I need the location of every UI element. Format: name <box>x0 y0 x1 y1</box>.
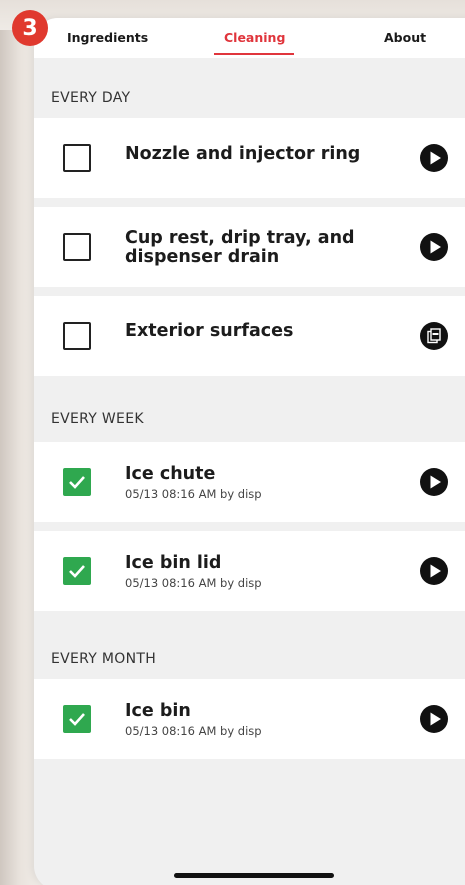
task-title: Nozzle and injector ring <box>125 144 361 164</box>
checkmark-icon <box>69 713 85 726</box>
task-title: Ice bin lid <box>125 553 222 573</box>
task-title: Exterior surfaces <box>125 321 294 341</box>
section-header-every-month: EVERY MONTH <box>51 651 157 667</box>
task-row-nozzle[interactable]: Nozzle and injector ring <box>34 118 465 198</box>
task-row-ice-bin[interactable]: Ice bin 05/13 08:16 AM by disp <box>34 679 465 759</box>
home-indicator[interactable] <box>174 873 334 878</box>
checkmark-icon <box>69 476 85 489</box>
phone-screen: Ingredients Cleaning About EVERY DAY Noz… <box>34 18 465 885</box>
task-row-exterior[interactable]: Exterior surfaces <box>34 296 465 376</box>
task-title: Ice bin <box>125 701 191 721</box>
task-checkbox-checked[interactable] <box>63 557 91 585</box>
task-completed-info: 05/13 08:16 AM by disp <box>125 487 262 501</box>
tab-about[interactable]: About <box>384 30 426 45</box>
tab-ingredients[interactable]: Ingredients <box>67 30 148 45</box>
checkmark-icon <box>69 565 85 578</box>
pdf-icon[interactable] <box>420 322 448 350</box>
task-completed-info: 05/13 08:16 AM by disp <box>125 724 262 738</box>
section-header-every-day: EVERY DAY <box>51 90 131 106</box>
task-completed-info: 05/13 08:16 AM by disp <box>125 576 262 590</box>
task-title: Ice chute <box>125 464 216 484</box>
task-row-cup-rest[interactable]: Cup rest, drip tray, and dispenser drain <box>34 207 465 287</box>
task-row-ice-chute[interactable]: Ice chute 05/13 08:16 AM by disp <box>34 442 465 522</box>
play-icon[interactable] <box>420 705 448 733</box>
step-badge: 3 <box>12 10 48 46</box>
task-checkbox[interactable] <box>63 233 91 261</box>
play-icon[interactable] <box>420 233 448 261</box>
task-checkbox[interactable] <box>63 144 91 172</box>
task-checkbox-checked[interactable] <box>63 468 91 496</box>
section-header-every-week: EVERY WEEK <box>51 411 144 427</box>
play-icon[interactable] <box>420 468 448 496</box>
task-checkbox-checked[interactable] <box>63 705 91 733</box>
task-checkbox[interactable] <box>63 322 91 350</box>
play-icon[interactable] <box>420 144 448 172</box>
tab-bar: Ingredients Cleaning About <box>34 18 465 58</box>
active-tab-indicator <box>214 53 294 55</box>
task-row-ice-bin-lid[interactable]: Ice bin lid 05/13 08:16 AM by disp <box>34 531 465 611</box>
play-icon[interactable] <box>420 557 448 585</box>
task-title: Cup rest, drip tray, and dispenser drain <box>125 228 355 267</box>
tab-cleaning[interactable]: Cleaning <box>224 30 285 45</box>
